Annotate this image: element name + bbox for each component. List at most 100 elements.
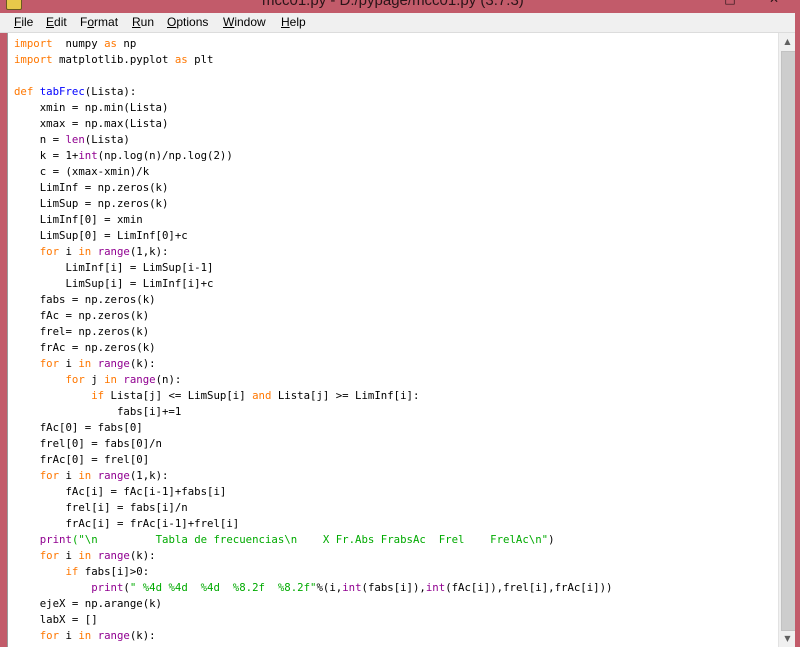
down-arrow-icon[interactable]: ▼ — [779, 630, 796, 647]
code-line: frAc[i] = frAc[i-1]+frel[i] — [14, 516, 612, 532]
menu-format[interactable]: Format — [80, 15, 118, 29]
code-token: range — [97, 469, 130, 482]
vertical-scrollbar[interactable]: ▲ ▼ — [778, 33, 796, 647]
code-line: c = (xmax-xmin)/k — [14, 164, 612, 180]
code-line: frel= np.zeros(k) — [14, 324, 612, 340]
code-token: xmax = np.max(Lista) — [14, 117, 169, 130]
code-token: (n): — [155, 373, 182, 386]
code-token: LimSup = np.zeros(k) — [14, 197, 169, 210]
code-token: print — [39, 533, 72, 546]
code-line: fabs = np.zeros(k) — [14, 292, 612, 308]
code-token: for — [39, 549, 60, 562]
code-token: i — [59, 357, 79, 370]
code-token: (k): — [129, 357, 156, 370]
code-token: Lista[j] >= LimInf[i]: — [271, 389, 420, 402]
code-token: (Lista): — [84, 85, 137, 98]
code-token: LimSup[i] = LimInf[i]+c — [14, 277, 214, 290]
window-border — [795, 13, 800, 647]
code-token: fabs = np.zeros(k) — [14, 293, 156, 306]
code-token: labX = [] — [14, 613, 98, 626]
code-token: in — [78, 629, 92, 642]
code-token: len — [65, 133, 85, 146]
code-token: " %4d %4d %4d %8.2f %8.2f" — [129, 581, 317, 594]
code-token: matplotlib.pyplot — [52, 53, 175, 66]
code-token: k = 1+ — [14, 149, 79, 162]
code-token: for — [39, 629, 60, 642]
code-token: (np.log(n)/np.log(2)) — [97, 149, 233, 162]
code-token: frAc[i] = frAc[i-1]+frel[i] — [14, 517, 240, 530]
code-token: range — [123, 373, 156, 386]
code-token: i — [59, 629, 79, 642]
code-line: fAc[i] = fAc[i-1]+fabs[i] — [14, 484, 612, 500]
code-token: np — [116, 37, 137, 50]
idle-editor-window: mcc01.py - D:/pypage/mcc01.py (3.7.3) – … — [0, 0, 800, 647]
code-token: (fAc[i]),frel[i],frAc[i])) — [445, 581, 613, 594]
code-line: fAc[0] = fabs[0] — [14, 420, 612, 436]
close-button[interactable]: ✕ — [752, 0, 796, 6]
code-token: range — [97, 357, 130, 370]
code-token: j — [84, 373, 105, 386]
code-line: print("\n Tabla de frecuencias\n X Fr.Ab… — [14, 532, 612, 548]
code-line: k = 1+int(np.log(n)/np.log(2)) — [14, 148, 612, 164]
code-line: LimInf = np.zeros(k) — [14, 180, 612, 196]
code-token: ("\n Tabla de frecuencias\n X Fr.Abs Fra… — [71, 533, 549, 546]
code-token: as — [174, 53, 188, 66]
code-line: for i in range(k): — [14, 548, 612, 564]
menu-edit[interactable]: Edit — [46, 15, 67, 29]
code-line: frAc = np.zeros(k) — [14, 340, 612, 356]
code-text[interactable]: import numpy as np import matplotlib.pypl… — [14, 36, 612, 644]
code-token: as — [104, 37, 117, 50]
code-line: fabs[i]+=1 — [14, 404, 612, 420]
code-token: in — [104, 373, 117, 386]
code-token: for — [39, 245, 60, 258]
code-token: fabs[i]>0: — [78, 565, 150, 578]
maximize-button[interactable]: □ — [708, 0, 752, 6]
code-line: frel[0] = fabs[0]/n — [14, 436, 612, 452]
code-token: (fabs[i]), — [361, 581, 426, 594]
code-line: xmin = np.min(Lista) — [14, 100, 612, 116]
title-bar[interactable]: mcc01.py - D:/pypage/mcc01.py (3.7.3) – … — [0, 0, 800, 13]
minimize-button[interactable]: – — [664, 0, 708, 6]
menu-file[interactable]: File — [14, 15, 33, 29]
code-token: LimSup[0] = LimInf[0]+c — [14, 229, 188, 242]
menu-window[interactable]: Window — [223, 15, 266, 29]
code-token: xmin = np.min(Lista) — [14, 101, 169, 114]
code-token: range — [97, 245, 130, 258]
scroll-thumb[interactable] — [781, 51, 796, 631]
code-token: import — [14, 37, 53, 50]
code-line: LimSup[0] = LimInf[0]+c — [14, 228, 612, 244]
code-editor[interactable]: import numpy as np import matplotlib.pypl… — [7, 33, 779, 647]
code-token: in — [78, 469, 92, 482]
code-line: for i in range(1,k): — [14, 468, 612, 484]
menu-bar: File Edit Format Run Options Window Help — [0, 13, 800, 33]
menu-run[interactable]: Run — [132, 15, 154, 29]
code-line: if Lista[j] <= LimSup[i] and Lista[j] >=… — [14, 388, 612, 404]
code-line: import numpy as np — [14, 36, 612, 52]
menu-help[interactable]: Help — [281, 15, 306, 29]
code-token: i — [59, 245, 79, 258]
code-token: n = — [14, 133, 66, 146]
code-token: for — [39, 469, 60, 482]
code-token: c = (xmax-xmin)/k — [14, 165, 150, 178]
menu-options[interactable]: Options — [167, 15, 208, 29]
code-token: in — [78, 357, 92, 370]
code-line: labX = [] — [14, 612, 612, 628]
code-token: fAc[i] = fAc[i-1]+fabs[i] — [14, 485, 227, 498]
code-line: LimSup[i] = LimInf[i]+c — [14, 276, 612, 292]
code-token: ) — [548, 533, 555, 546]
code-line: frAc[0] = frel[0] — [14, 452, 612, 468]
code-token: (k): — [129, 629, 156, 642]
up-arrow-icon[interactable]: ▲ — [779, 33, 796, 50]
code-token: %(i, — [316, 581, 343, 594]
code-token: fAc = np.zeros(k) — [14, 309, 150, 322]
code-token: frAc[0] = frel[0] — [14, 453, 150, 466]
